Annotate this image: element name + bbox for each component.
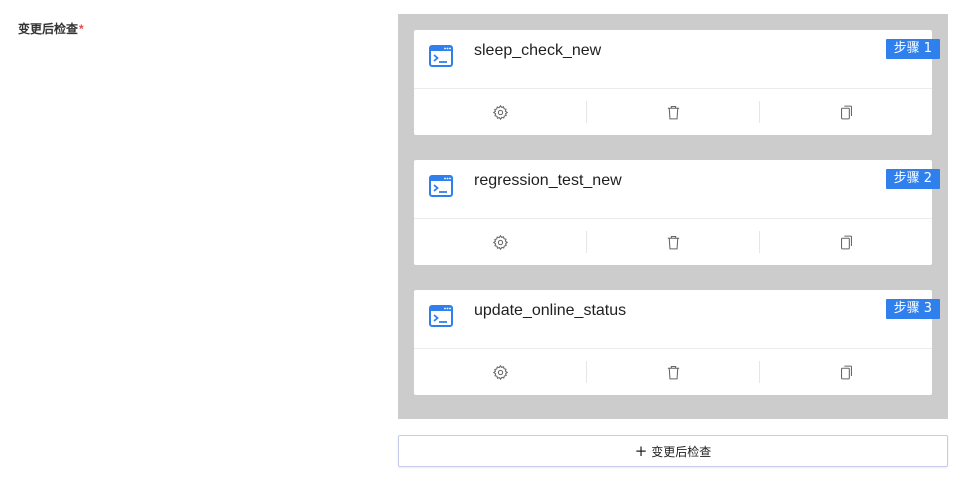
required-mark: * bbox=[79, 22, 84, 36]
step-badge: 步骤 1 bbox=[885, 39, 940, 59]
delete-button[interactable] bbox=[586, 361, 759, 383]
add-post-check-button[interactable]: + 变更后检查 bbox=[398, 435, 948, 467]
gear-icon bbox=[492, 234, 508, 250]
copy-button[interactable] bbox=[759, 361, 932, 383]
step-card-1: sleep_check_new 步骤 1 bbox=[414, 30, 940, 135]
step-card-2: regression_test_new 步骤 2 bbox=[414, 160, 940, 265]
step-actions bbox=[414, 89, 932, 135]
steps-container: sleep_check_new 步骤 1 regression_test_new… bbox=[398, 14, 948, 419]
copy-icon bbox=[840, 105, 852, 119]
copy-icon bbox=[840, 365, 852, 379]
field-label-text: 变更后检查 bbox=[18, 22, 79, 36]
settings-button[interactable] bbox=[414, 231, 586, 253]
trash-icon bbox=[667, 235, 679, 249]
copy-button[interactable] bbox=[759, 231, 932, 253]
delete-button[interactable] bbox=[586, 101, 759, 123]
step-card-header[interactable]: update_online_status 步骤 3 bbox=[414, 290, 940, 349]
gear-icon bbox=[492, 364, 508, 380]
copy-button[interactable] bbox=[759, 101, 932, 123]
gear-icon bbox=[492, 104, 508, 120]
trash-icon bbox=[667, 365, 679, 379]
copy-icon bbox=[840, 235, 852, 249]
step-name: sleep_check_new bbox=[474, 42, 602, 59]
settings-button[interactable] bbox=[414, 101, 586, 123]
step-name: regression_test_new bbox=[474, 172, 622, 189]
step-card-header[interactable]: regression_test_new 步骤 2 bbox=[414, 160, 940, 219]
terminal-icon bbox=[429, 45, 453, 67]
step-name: update_online_status bbox=[474, 302, 627, 319]
trash-icon bbox=[667, 105, 679, 119]
step-badge: 步骤 3 bbox=[885, 299, 940, 319]
delete-button[interactable] bbox=[586, 231, 759, 253]
add-button-label: 变更后检查 bbox=[651, 444, 712, 459]
settings-button[interactable] bbox=[414, 361, 586, 383]
step-actions bbox=[414, 219, 932, 265]
field-label: 变更后检查* bbox=[18, 20, 84, 37]
step-actions bbox=[414, 349, 932, 395]
step-badge: 步骤 2 bbox=[885, 169, 940, 189]
plus-icon: + bbox=[634, 441, 648, 460]
terminal-icon bbox=[429, 175, 453, 197]
terminal-icon bbox=[429, 305, 453, 327]
step-card-header[interactable]: sleep_check_new 步骤 1 bbox=[414, 30, 940, 89]
step-card-3: update_online_status 步骤 3 bbox=[414, 290, 940, 395]
